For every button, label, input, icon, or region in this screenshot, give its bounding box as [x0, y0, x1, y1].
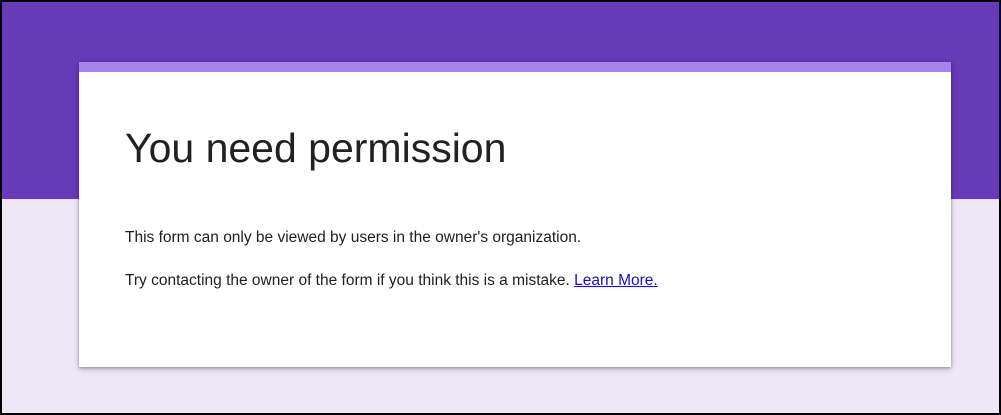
org-restriction-text: This form can only be viewed by users in… — [125, 229, 582, 246]
org-restriction-message: This form can only be viewed by users in… — [125, 228, 581, 248]
page-title: You need permission — [125, 125, 507, 171]
card-accent-bar — [79, 62, 951, 72]
permission-card: You need permission This form can only b… — [79, 62, 951, 367]
window-frame: You need permission This form can only b… — [0, 0, 1001, 415]
learn-more-link[interactable]: Learn More. — [574, 272, 658, 289]
contact-owner-text: Try contacting the owner of the form if … — [125, 272, 570, 289]
contact-owner-message: Try contacting the owner of the form if … — [125, 271, 658, 291]
